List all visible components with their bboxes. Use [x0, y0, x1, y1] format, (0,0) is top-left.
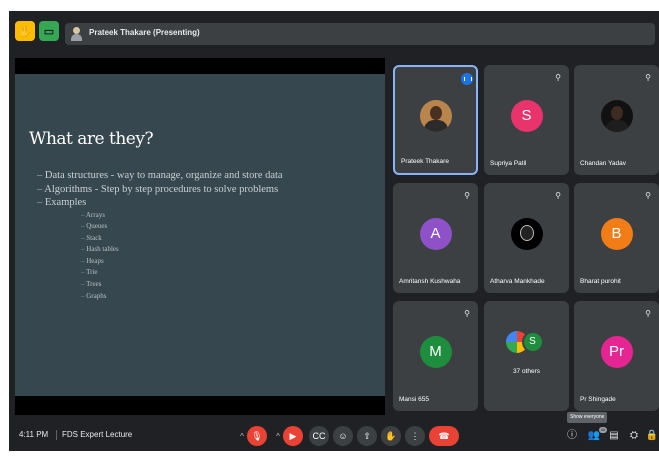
- avatar: S: [521, 330, 544, 353]
- speaking-indicator-icon: [461, 73, 473, 85]
- meeting-time: 4:11 PM: [19, 430, 49, 439]
- slide-sub-bullet: Stack: [37, 234, 283, 246]
- slide-sub-bullet: Trees: [37, 280, 283, 292]
- slide-bullet: Data structures - way to manage, organiz…: [37, 170, 283, 184]
- participant-name: Prateek Thakare: [401, 158, 449, 165]
- slide-sub-bullet: Heaps: [37, 257, 283, 269]
- avatar: Pr: [600, 335, 633, 368]
- participant-tile[interactable]: ⚲ Atharva Mankhade: [484, 183, 569, 293]
- avatar: [419, 99, 452, 132]
- participant-name: Amritansh Kushwaha: [399, 278, 461, 285]
- people-count-badge: 40: [599, 427, 607, 433]
- others-count: 37 others: [512, 368, 541, 375]
- participant-name: Chandan Yadav: [580, 160, 627, 167]
- meeting-details-icon[interactable]: ▭: [39, 21, 59, 41]
- participant-tile[interactable]: ⚲ Chandan Yadav: [574, 65, 659, 175]
- leave-call-button[interactable]: ☎: [429, 426, 459, 446]
- participant-name: Pr Shingade: [580, 396, 616, 403]
- mic-muted-icon: ⚲: [555, 191, 561, 200]
- slide-sub-bullet: Trie: [37, 268, 283, 280]
- presentation-area[interactable]: What are they? Data structures - way to …: [15, 58, 385, 415]
- raise-hand-button[interactable]: ✋: [381, 426, 401, 446]
- participant-tile[interactable]: Prateek Thakare: [393, 65, 478, 175]
- captions-button[interactable]: CC: [309, 426, 329, 446]
- raise-hand-icon[interactable]: ✋: [15, 21, 35, 41]
- others-tile[interactable]: S 37 others: [484, 301, 569, 411]
- mic-muted-icon: ⚲: [464, 191, 470, 200]
- present-now-button[interactable]: ⇧: [357, 426, 377, 446]
- participant-tile[interactable]: ⚲ S Supriya Patil: [484, 65, 569, 175]
- mic-muted-icon: ⚲: [555, 73, 561, 82]
- bottom-bar: 4:11 PM FDS Expert Lecture ^ 🎙 ^ ▶ CC ☺ …: [9, 421, 659, 451]
- participant-name: Supriya Patil: [490, 160, 527, 167]
- participant-name: Bharat purohit: [580, 278, 621, 285]
- participant-name: Atharva Mankhade: [490, 278, 545, 285]
- meeting-info-icon[interactable]: ⓘ: [565, 429, 579, 443]
- slide-sub-bullet: Queues: [37, 222, 283, 234]
- mic-muted-icon: ⚲: [645, 309, 651, 318]
- others-avatar-group: S: [505, 327, 548, 359]
- slide: What are they? Data structures - way to …: [15, 74, 385, 396]
- mic-options-chevron-icon[interactable]: ^: [237, 426, 247, 446]
- slide-sub-bullet: Arrays: [37, 211, 283, 223]
- participant-tile[interactable]: ⚲ A Amritansh Kushwaha: [393, 183, 478, 293]
- avatar: S: [510, 99, 543, 132]
- people-tooltip: Show everyone: [567, 412, 608, 423]
- slide-sub-bullet: Hash tables: [37, 245, 283, 257]
- participant-tile[interactable]: ⚲ B Bharat purohit: [574, 183, 659, 293]
- mic-muted-icon: ⚲: [464, 309, 470, 318]
- mic-muted-icon: ⚲: [645, 191, 651, 200]
- chat-icon[interactable]: ▤: [607, 429, 621, 443]
- mic-off-button[interactable]: 🎙: [247, 426, 267, 446]
- camera-off-button[interactable]: ▶: [283, 426, 303, 446]
- slide-sub-bullet: Graphs: [37, 292, 283, 304]
- host-controls-icon[interactable]: 🔒: [645, 429, 659, 443]
- avatar: B: [600, 217, 633, 250]
- participant-name: Mansi 655: [399, 396, 429, 403]
- avatar: A: [419, 217, 452, 250]
- divider: [56, 430, 57, 440]
- avatar: [510, 217, 543, 250]
- presenting-label: Prateek Thakare (Presenting): [89, 28, 200, 37]
- participant-tile[interactable]: ⚲ M Mansi 655: [393, 301, 478, 411]
- meet-window: ✋ ▭ Prateek Thakare (Presenting) What ar…: [9, 11, 659, 451]
- presenter-avatar-icon: [71, 27, 83, 41]
- camera-options-chevron-icon[interactable]: ^: [273, 426, 283, 446]
- meeting-title: FDS Expert Lecture: [62, 430, 133, 439]
- more-options-button[interactable]: ⋮: [405, 426, 425, 446]
- top-bar: ✋ ▭ Prateek Thakare (Presenting): [9, 11, 659, 53]
- participant-tile[interactable]: ⚲ Pr Pr Shingade: [574, 301, 659, 411]
- avatar: M: [419, 335, 452, 368]
- slide-title: What are they?: [29, 129, 154, 149]
- slide-bullet-list: Data structures - way to manage, organiz…: [37, 170, 283, 304]
- emoji-reactions-button[interactable]: ☺: [333, 426, 353, 446]
- activities-icon[interactable]: ⛭: [627, 429, 641, 443]
- slide-bullet: Algorithms - Step by step procedures to …: [37, 184, 283, 198]
- avatar: [600, 99, 633, 132]
- presenting-banner[interactable]: Prateek Thakare (Presenting): [65, 23, 655, 45]
- mic-muted-icon: ⚲: [645, 73, 651, 82]
- slide-bullet: Examples: [37, 197, 283, 211]
